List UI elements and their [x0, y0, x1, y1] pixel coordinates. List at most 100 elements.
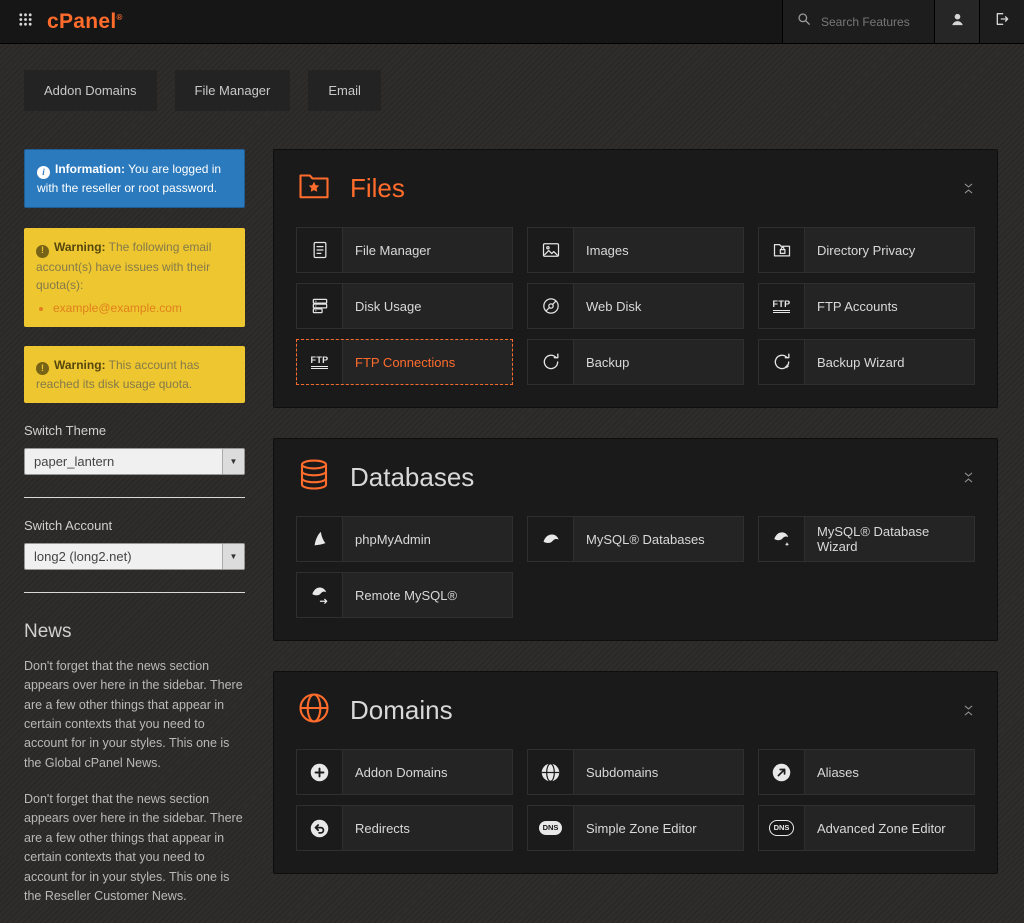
addon-domains-icon: [297, 750, 343, 794]
advanced-zone-editor-icon: DNS: [759, 806, 805, 850]
app-backup-wizard[interactable]: Backup Wizard: [758, 339, 975, 385]
app-grid-icon[interactable]: [18, 12, 33, 32]
section-title: Files: [350, 173, 405, 203]
backup-icon: [528, 340, 574, 384]
mysql-database-wizard-icon: [759, 517, 805, 561]
search-box: [782, 0, 934, 43]
warning-disk-label: Warning:: [54, 357, 106, 372]
section-databases-header: Databases: [274, 439, 997, 512]
phpmyadmin-icon: [297, 517, 343, 561]
ftp-connections-icon: FTP: [297, 340, 343, 384]
section-title: Domains: [350, 695, 453, 725]
account-select-value: long2 (long2.net): [34, 548, 132, 564]
app-file-manager[interactable]: File Manager: [296, 227, 513, 273]
list-item: example@example.com: [53, 299, 233, 317]
directory-privacy-icon: [759, 228, 805, 272]
switch-account-group: Switch Account long2 (long2.net) ▼: [24, 518, 245, 593]
app-mysql-database-wizard[interactable]: MySQL® Database Wizard: [758, 516, 975, 562]
info-icon: i: [37, 166, 50, 180]
section-databases: Databases phpMyAdmin MySQL® Databases My…: [273, 438, 998, 641]
main-content: Files File Manager Images Directory Priv…: [273, 149, 998, 874]
collapse-icon[interactable]: [962, 471, 975, 484]
warning-disk-notice: ! Warning: This account has reached its d…: [24, 345, 245, 403]
top-bar-right: [782, 0, 1024, 43]
news-title: News: [24, 620, 72, 642]
simple-zone-editor-icon: DNS: [528, 806, 574, 850]
remote-mysql-icon: [297, 573, 343, 617]
cpanel-logo[interactable]: cPanel®: [47, 10, 123, 34]
quota-email-link[interactable]: example@example.com: [53, 301, 182, 315]
section-databases-grid: phpMyAdmin MySQL® Databases MySQL® Datab…: [274, 512, 997, 618]
news-paragraph: Don't forget that the news section appea…: [24, 792, 243, 903]
ftp-accounts-icon: FTP: [759, 284, 805, 328]
switch-theme-group: Switch Theme paper_lantern ▼: [24, 423, 245, 498]
section-files-header: Files: [274, 150, 997, 223]
warning-icon: !: [36, 244, 49, 258]
app-phpmyadmin[interactable]: phpMyAdmin: [296, 516, 513, 562]
user-button[interactable]: [934, 0, 979, 43]
quick-link-email[interactable]: Email: [308, 70, 381, 111]
sidebar: i Information: You are logged in with the…: [24, 149, 245, 923]
collapse-icon[interactable]: [962, 182, 975, 195]
section-domains-header: Domains: [274, 672, 997, 745]
search-input[interactable]: [819, 13, 927, 30]
app-web-disk[interactable]: Web Disk: [527, 283, 744, 329]
mysql-databases-icon: [528, 517, 574, 561]
warning-quota-notice: ! Warning: The following email account(s)…: [24, 228, 245, 327]
logout-icon: [994, 11, 1010, 32]
globe-icon: [296, 690, 332, 731]
backup-wizard-icon: [759, 340, 805, 384]
app-backup[interactable]: Backup: [527, 339, 744, 385]
page-content: i Information: You are logged in with the…: [0, 111, 1024, 923]
app-mysql-databases[interactable]: MySQL® Databases: [527, 516, 744, 562]
database-icon: [296, 457, 332, 498]
warning-quota-label: Warning:: [54, 240, 106, 255]
folder-star-icon: [296, 168, 332, 209]
warning-icon: !: [36, 361, 49, 375]
switch-account-label: Switch Account: [24, 517, 113, 533]
app-advanced-zone-editor[interactable]: DNS Advanced Zone Editor: [758, 805, 975, 851]
quick-link-file-manager[interactable]: File Manager: [174, 70, 291, 111]
search-icon: [797, 12, 811, 31]
theme-select[interactable]: paper_lantern ▼: [24, 447, 245, 475]
redirects-icon: [297, 806, 343, 850]
cpanel-logo-text: cPanel: [47, 9, 117, 33]
disk-usage-icon: [297, 284, 343, 328]
section-files: Files File Manager Images Directory Priv…: [273, 149, 998, 408]
chevron-down-icon: ▼: [222, 543, 244, 569]
app-aliases[interactable]: Aliases: [758, 749, 975, 795]
app-images[interactable]: Images: [527, 227, 744, 273]
app-remote-mysql[interactable]: Remote MySQL®: [296, 572, 513, 618]
app-ftp-connections[interactable]: FTP FTP Connections: [296, 339, 513, 385]
app-directory-privacy[interactable]: Directory Privacy: [758, 227, 975, 273]
images-icon: [528, 228, 574, 272]
section-domains: Domains Addon Domains Subdomains Aliases…: [273, 671, 998, 874]
cpanel-logo-trademark: ®: [116, 12, 123, 22]
news-paragraph: Don't forget that the news section appea…: [24, 658, 243, 770]
app-simple-zone-editor[interactable]: DNS Simple Zone Editor: [527, 805, 744, 851]
subdomains-icon: [528, 750, 574, 794]
app-disk-usage[interactable]: Disk Usage: [296, 283, 513, 329]
quick-link-addon-domains[interactable]: Addon Domains: [24, 70, 157, 111]
info-notice-label: Information:: [55, 162, 125, 176]
quick-links: Addon Domains File Manager Email: [0, 44, 1024, 111]
theme-select-value: paper_lantern: [34, 453, 115, 469]
app-subdomains[interactable]: Subdomains: [527, 749, 744, 795]
user-icon: [950, 12, 965, 32]
collapse-icon[interactable]: [962, 704, 975, 717]
top-bar: cPanel®: [0, 0, 1024, 44]
section-domains-grid: Addon Domains Subdomains Aliases Redirec…: [274, 745, 997, 851]
file-manager-icon: [297, 228, 343, 272]
app-ftp-accounts[interactable]: FTP FTP Accounts: [758, 283, 975, 329]
app-redirects[interactable]: Redirects: [296, 805, 513, 851]
account-select[interactable]: long2 (long2.net) ▼: [24, 542, 245, 570]
warning-quota-list: example@example.com: [53, 299, 233, 317]
aliases-icon: [759, 750, 805, 794]
section-title: Databases: [350, 462, 475, 492]
app-addon-domains[interactable]: Addon Domains: [296, 749, 513, 795]
chevron-down-icon: ▼: [222, 448, 244, 474]
info-notice: i Information: You are logged in with the…: [24, 149, 245, 209]
logout-button[interactable]: [979, 0, 1024, 43]
switch-theme-label: Switch Theme: [24, 422, 107, 438]
section-files-grid: File Manager Images Directory Privacy Di…: [274, 223, 997, 385]
